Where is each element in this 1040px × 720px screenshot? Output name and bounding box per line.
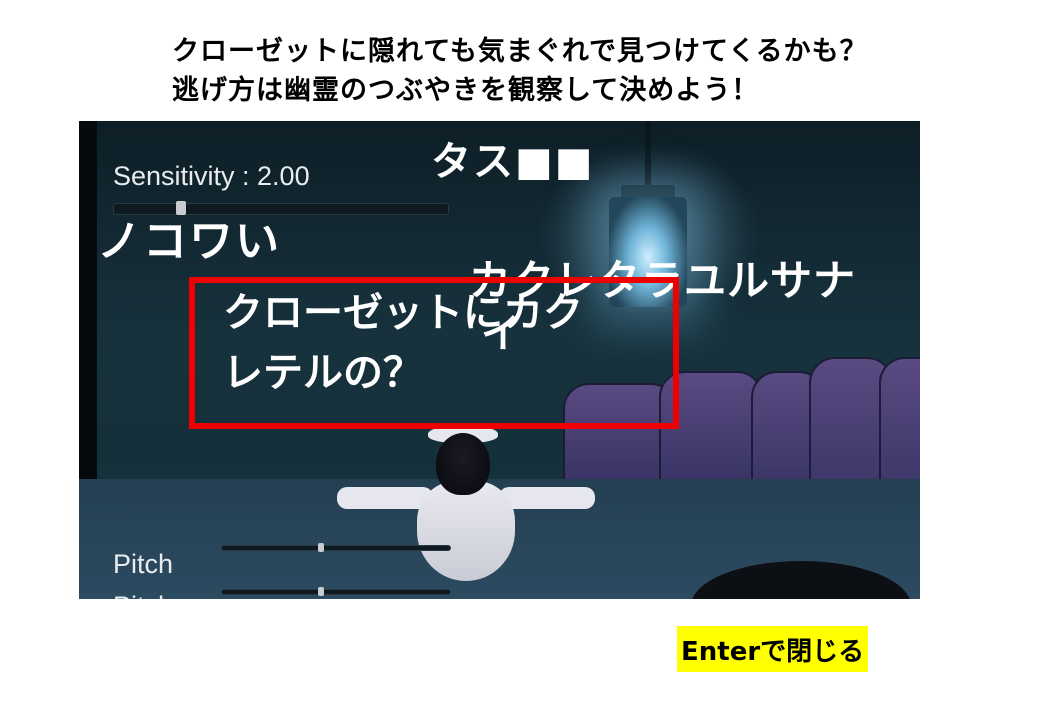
instruction-line-1: クローゼットに隠れても気まぐれで見つけてくるかも？ [172, 36, 868, 67]
pitch-slider-secondary-knob[interactable] [318, 587, 324, 596]
pitch-slider-secondary[interactable] [221, 587, 451, 596]
instruction-text: クローゼットに隠れても気まぐれで見つけてくるかも？ 逃げ方は幽霊のつぶやきを観察… [172, 32, 868, 110]
game-screenshot: Sensitivity : 2.00 Pitch Pitch タス■■ ノコワい… [79, 121, 920, 599]
ghost-whisper-kowai: ノコワい [97, 216, 281, 267]
ghost-arm-left [337, 487, 433, 509]
lantern-chain [645, 121, 651, 187]
instruction-line-2: 逃げ方は幽霊のつぶやきを観察して決めよう！ [172, 75, 760, 106]
ghost-head [436, 433, 490, 495]
pitch-slider-knob[interactable] [318, 543, 324, 552]
pitch-slider[interactable] [221, 543, 451, 552]
highlight-box [189, 277, 679, 429]
pitch-label: Pitch [113, 549, 174, 579]
ghost-arm-right [499, 487, 595, 509]
task-overlay-text: タス■■ [431, 139, 595, 185]
close-hint-button[interactable]: Enterで閉じる [677, 626, 869, 672]
sensitivity-label: Sensitivity : 2.00 [113, 161, 310, 191]
ghost-body [417, 481, 515, 581]
pitch-label-secondary: Pitch [113, 591, 173, 599]
